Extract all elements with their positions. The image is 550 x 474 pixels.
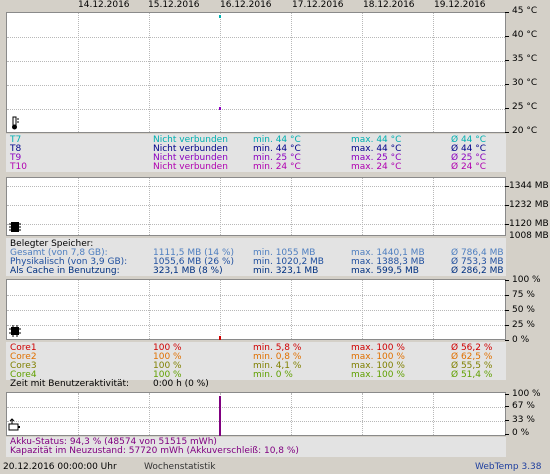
date-label: 14.12.2016 — [78, 0, 130, 10]
date-axis: 14.12.2016 15.12.2016 16.12.2016 17.12.2… — [0, 0, 550, 11]
temp-y-label: 20 °C — [512, 126, 538, 136]
date-label: 18.12.2016 — [363, 0, 415, 10]
date-label: 16.12.2016 — [220, 0, 272, 10]
temp-spike-t7 — [219, 15, 221, 18]
battery-y-label: 33 % — [512, 415, 535, 425]
battery-y-label: 67 % — [512, 401, 535, 411]
cpu-spike — [219, 336, 221, 340]
temp-y-label: 35 °C — [512, 54, 538, 64]
mem-y-label: 1232 MB — [509, 200, 549, 210]
report-mode: Wochenstatistik — [144, 462, 216, 472]
mem-y-label: 1008 MB — [509, 231, 549, 241]
mem-y-label: 1344 MB — [509, 181, 549, 191]
battery-capacity: Kapazität im Neuzustand: 57720 mWh (Akku… — [10, 446, 299, 456]
battery-icon — [8, 418, 20, 431]
mem-y-label: 1120 MB — [509, 219, 549, 229]
report-timestamp: 20.12.2016 00:00:00 Uhr — [3, 462, 117, 472]
app-name-link[interactable]: WebTemp 3.38 — [475, 462, 542, 472]
memory-chip-icon — [9, 222, 21, 232]
cpu-chip-icon — [9, 325, 21, 337]
battery-chart — [6, 392, 506, 436]
thermometer-icon — [12, 116, 19, 130]
cpu-chart — [6, 279, 506, 340]
cpu-y-label: 50 % — [512, 305, 535, 315]
cpu-y-label: 75 % — [512, 290, 535, 300]
temp-y-label: 40 °C — [512, 30, 538, 40]
battery-y-label: 100 % — [512, 389, 541, 399]
temp-spike-t9 — [219, 107, 221, 110]
temperature-chart — [6, 12, 506, 133]
memory-chart — [6, 177, 506, 236]
cpu-y-label: 0 % — [512, 335, 530, 345]
temp-y-label: 25 °C — [512, 102, 538, 112]
battery-spike — [219, 396, 221, 436]
date-label: 19.12.2016 — [434, 0, 486, 10]
date-label: 17.12.2016 — [292, 0, 344, 10]
battery-y-label: 0 % — [512, 428, 530, 438]
cpu-y-label: 25 % — [512, 320, 535, 330]
cpu-y-label: 100 % — [512, 275, 541, 285]
temp-y-label: 30 °C — [512, 78, 538, 88]
status-bar: 20.12.2016 00:00:00 Uhr Wochenstatistik … — [0, 459, 550, 474]
date-label: 15.12.2016 — [148, 0, 200, 10]
temp-y-label: 45 °C — [512, 6, 538, 16]
